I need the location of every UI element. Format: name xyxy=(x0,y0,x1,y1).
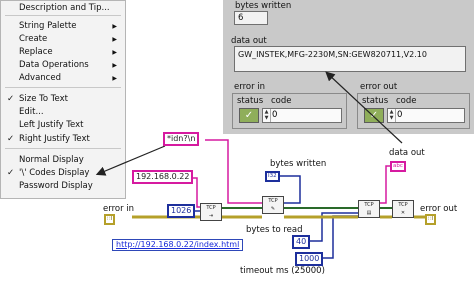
tcp-read-vi-label: TCP xyxy=(364,202,374,208)
command-string-wire xyxy=(205,139,262,204)
url-link[interactable]: http://192.168.0.22/index.html xyxy=(112,239,244,251)
timeout-wire xyxy=(320,215,358,259)
tcp-write-vi-icon[interactable]: TCP ✎ xyxy=(262,196,284,214)
bytes-to-read-label: bytes to read xyxy=(246,225,303,235)
ip-address-constant[interactable]: 192.168.0.22 xyxy=(132,170,194,184)
timeout-constant[interactable]: 1000 xyxy=(295,252,324,266)
error-out-terminal-label: error out xyxy=(420,204,458,214)
tcp-open-vi-icon[interactable]: TCP ⇥ xyxy=(200,203,222,221)
error-in-terminal[interactable]: ∷I xyxy=(104,214,116,225)
command-string-constant[interactable]: *idn?\n xyxy=(163,132,200,146)
tcp-close-vi-icon[interactable]: TCP ✕ xyxy=(392,200,414,218)
tcp-read-vi-icon[interactable]: TCP ▤ xyxy=(358,200,380,218)
port-constant[interactable]: 1026 xyxy=(167,204,196,218)
arrow-to-data-out-indicator xyxy=(325,71,403,144)
data-out-terminal[interactable]: abc xyxy=(390,161,406,172)
tcp-open-vi-label: TCP xyxy=(206,205,216,211)
data-out-terminal-label: data out xyxy=(389,148,425,158)
tcp-close-vi-label: TCP xyxy=(398,202,408,208)
error-in-terminal-label: error in xyxy=(103,204,135,214)
bytes-written-terminal-label: bytes written xyxy=(270,159,327,169)
bytes-to-read-constant[interactable]: 40 xyxy=(292,235,311,249)
tcp-write-vi-label: TCP xyxy=(268,198,278,204)
bytes-written-terminal[interactable]: I32 xyxy=(265,171,280,182)
timeout-label: timeout ms (25000) xyxy=(240,266,325,276)
error-out-terminal[interactable]: ∷I xyxy=(425,214,437,225)
